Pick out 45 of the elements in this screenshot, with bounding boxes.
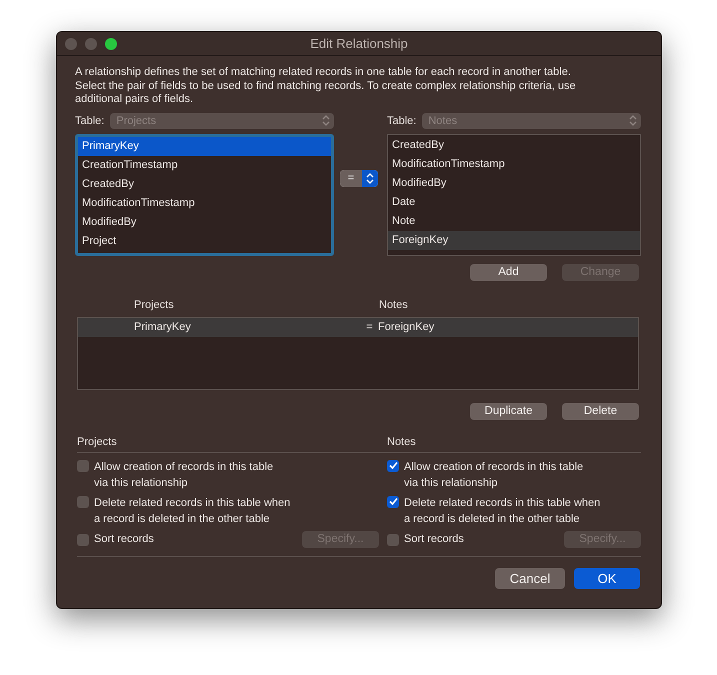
field-list-item[interactable]: ModifiedBy [388, 174, 640, 192]
updown-icon [366, 172, 374, 184]
field-list-item[interactable]: CreatedBy [78, 174, 331, 194]
field-list-item[interactable]: Note [388, 212, 640, 230]
description-text: A relationship defines the set of matching related records in one table for each record in another table. Select the pair of fields to be used to find matching records. To create complex relationship criteria, use additional pairs of fields. [75, 66, 577, 106]
checkbox[interactable] [77, 460, 89, 472]
table-label: Table: [387, 114, 416, 126]
checkbox[interactable] [387, 496, 399, 508]
column-header: Notes [379, 298, 408, 310]
column-header: Projects [134, 298, 175, 310]
minimize-button[interactable] [85, 38, 97, 50]
ok-button[interactable]: OK [574, 568, 640, 588]
field-list-item[interactable]: Project [78, 232, 331, 250]
checkbox[interactable] [387, 460, 399, 472]
section-title: Projects [77, 436, 117, 448]
checkbox[interactable] [77, 534, 89, 546]
add-button[interactable]: Add [470, 264, 547, 280]
window-title: Edit Relationship [310, 36, 408, 51]
checkbox-label: Sort records [94, 532, 154, 547]
checkbox-label: Allow creation of records in this table via this relationship [94, 460, 274, 490]
field-list-item[interactable]: PrimaryKey [78, 136, 331, 156]
updown-icon [322, 115, 330, 126]
checkbox-label: Allow creation of records in this table via this relationship [404, 460, 584, 490]
cancel-button[interactable]: Cancel [495, 568, 565, 588]
delete-button[interactable]: Delete [562, 402, 639, 420]
zoom-button[interactable] [105, 38, 117, 50]
close-button[interactable] [65, 38, 77, 50]
checkbox[interactable] [387, 534, 399, 546]
section-title: Notes [387, 436, 416, 448]
operator-popup[interactable]: = [340, 170, 378, 186]
table-label: Table: [75, 114, 104, 126]
checkbox-label: Delete related records in this table when a record is deleted in the other table [94, 496, 290, 526]
checkbox[interactable] [77, 496, 89, 508]
field-list-item[interactable]: Date [388, 192, 640, 212]
field-list-item[interactable]: CreatedBy [388, 136, 640, 154]
updown-icon [629, 115, 637, 126]
field-list-item[interactable]: ModificationTimestamp [78, 194, 331, 212]
field-list-item[interactable]: CreationTimestamp [78, 156, 331, 174]
field-list-item[interactable]: ForeignKey [388, 230, 640, 250]
checkbox-label: Sort records [404, 532, 464, 547]
checkbox-label: Delete related records in this table when a record is deleted in the other table [404, 496, 600, 526]
duplicate-button[interactable]: Duplicate [470, 402, 547, 420]
criteria-row[interactable]: PrimaryKey = ForeignKey [78, 318, 638, 336]
field-list-item[interactable]: ModifiedBy [78, 212, 331, 232]
field-list-item[interactable]: ModificationTimestamp [388, 154, 640, 174]
